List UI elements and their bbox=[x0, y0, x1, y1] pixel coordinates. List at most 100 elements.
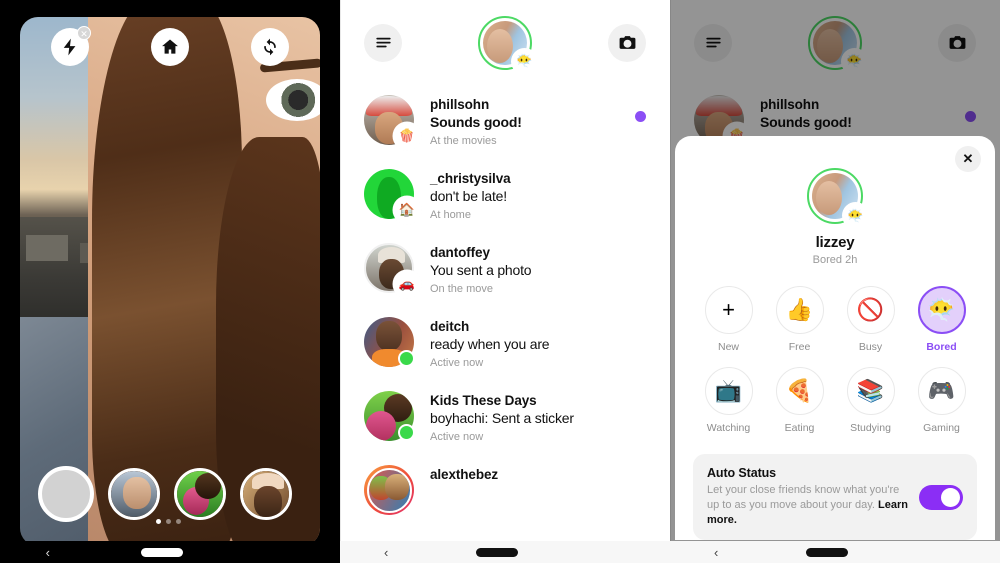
auto-status-description: Let your close friends know what you're … bbox=[707, 483, 909, 528]
tray-avatar-1[interactable] bbox=[108, 467, 160, 520]
status-option-free[interactable]: 👍 Free bbox=[764, 286, 835, 353]
avatar[interactable] bbox=[364, 465, 414, 515]
books-icon: 📚 bbox=[846, 367, 895, 415]
chat-list: 🍿 phillsohn Sounds good! At the movies 🏠… bbox=[340, 85, 670, 531]
table-row[interactable]: 🚗 dantoffey You sent a photo On the move bbox=[340, 233, 670, 307]
status-emoji-badge: 🍿 bbox=[395, 124, 419, 148]
panel-divider bbox=[340, 0, 341, 563]
chat-message: boyhachi: Sent a sticker bbox=[430, 410, 574, 426]
chat-name: _christysilva bbox=[430, 171, 511, 186]
status-picker-screen: 😶‍🌫️ 🍿 phillsohn Sounds good! At the mov… bbox=[670, 0, 1000, 563]
status-option-gaming[interactable]: 🎮 Gaming bbox=[906, 367, 977, 434]
status-option-label: Eating bbox=[784, 422, 815, 434]
online-indicator bbox=[398, 424, 415, 441]
bored-face-icon: 😶‍🌫️ bbox=[917, 286, 966, 334]
auto-status-title: Auto Status bbox=[707, 466, 777, 480]
camera-bottom-bar bbox=[20, 441, 320, 546]
avatar[interactable] bbox=[364, 317, 415, 367]
camera-button[interactable] bbox=[608, 23, 646, 62]
chat-name: phillsohn bbox=[430, 97, 490, 112]
android-navbar-status: ‹ bbox=[670, 541, 1000, 563]
unread-dot bbox=[635, 111, 646, 122]
status-option-label: Gaming bbox=[923, 422, 960, 434]
current-status-text: Bored 2h bbox=[812, 254, 858, 266]
status-emoji-badge: 🏠 bbox=[395, 198, 419, 222]
status-option-eating[interactable]: 🍕 Eating bbox=[764, 367, 835, 434]
table-row[interactable]: 🏠 _christysilva don't be late! At home bbox=[340, 159, 670, 233]
chat-status: Active now bbox=[430, 357, 484, 369]
hamburger-menu-button[interactable] bbox=[364, 23, 402, 62]
avatar[interactable] bbox=[364, 391, 415, 441]
home-icon bbox=[162, 39, 178, 54]
nav-home-pill[interactable] bbox=[806, 547, 849, 557]
flip-camera-button[interactable] bbox=[251, 28, 289, 66]
inbox-screen: 😶‍🌫️ 🍿 phillsohn Sounds good! At the mov… bbox=[340, 0, 670, 563]
home-button[interactable] bbox=[151, 28, 189, 66]
android-navbar-camera: ‹ bbox=[0, 541, 340, 563]
inbox-header: 😶‍🌫️ bbox=[340, 0, 670, 85]
my-profile-avatar[interactable]: 😶‍🌫️ bbox=[478, 15, 536, 73]
chat-message: Sounds good! bbox=[430, 114, 522, 130]
status-option-label: Watching bbox=[706, 422, 751, 434]
table-row[interactable]: deitch ready when you are Active now bbox=[340, 307, 670, 381]
avatar[interactable]: 😶‍🌫️ bbox=[807, 168, 867, 227]
my-status-emoji-badge[interactable]: 😶‍🌫️ bbox=[513, 49, 536, 73]
status-option-label: New bbox=[717, 341, 739, 353]
avatar[interactable]: 🚗 bbox=[364, 243, 419, 296]
subject-eye bbox=[266, 79, 320, 121]
tray-avatar-3[interactable] bbox=[240, 467, 292, 520]
status-emoji-badge: 🚗 bbox=[395, 272, 419, 296]
flash-icon bbox=[63, 38, 76, 56]
screenshot-root: ✕ ‹ bbox=[0, 0, 1000, 563]
flash-off-button[interactable]: ✕ bbox=[51, 26, 91, 66]
tray-page-dots bbox=[156, 519, 181, 524]
status-option-watching[interactable]: 📺 Watching bbox=[693, 367, 764, 434]
table-row[interactable]: 🍿 phillsohn Sounds good! At the movies bbox=[340, 85, 670, 159]
nav-back-icon[interactable]: ‹ bbox=[384, 545, 388, 560]
chat-message: don't be late! bbox=[430, 188, 507, 204]
pizza-icon: 🍕 bbox=[775, 367, 824, 415]
nav-back-icon[interactable]: ‹ bbox=[714, 545, 718, 560]
chat-status: On the move bbox=[430, 283, 493, 295]
chat-name: Kids These Days bbox=[430, 393, 537, 408]
auto-status-toggle[interactable] bbox=[919, 484, 963, 510]
chat-status: At the movies bbox=[430, 135, 497, 147]
chat-message: You sent a photo bbox=[430, 262, 532, 278]
auto-status-description-text: Let your close friends know what you're … bbox=[707, 484, 900, 511]
thumbs-up-icon: 👍 bbox=[775, 286, 824, 334]
status-option-label: Studying bbox=[850, 422, 891, 434]
nav-back-icon[interactable]: ‹ bbox=[46, 545, 50, 560]
avatar[interactable]: 🍿 bbox=[364, 95, 419, 148]
auto-status-card: Auto Status Let your close friends know … bbox=[693, 454, 977, 540]
flip-camera-icon bbox=[264, 38, 276, 56]
camera-screen: ✕ ‹ bbox=[0, 0, 340, 563]
chat-name: alexthebez bbox=[430, 467, 499, 482]
android-navbar-inbox: ‹ bbox=[340, 541, 670, 563]
status-option-label: Free bbox=[788, 341, 811, 353]
toggle-knob bbox=[941, 487, 960, 507]
nav-home-pill[interactable] bbox=[141, 547, 184, 557]
status-option-label: Busy bbox=[858, 341, 883, 353]
tray-avatar-2[interactable] bbox=[174, 467, 226, 520]
chat-message: ready when you are bbox=[430, 336, 550, 352]
no-entry-icon: 🚫 bbox=[846, 286, 895, 334]
plus-icon: + bbox=[704, 286, 753, 334]
status-option-studying[interactable]: 📚 Studying bbox=[835, 367, 906, 434]
shutter-button[interactable] bbox=[38, 465, 94, 522]
page-title: lizzey bbox=[815, 234, 855, 251]
table-row[interactable]: alexthebez bbox=[340, 455, 670, 525]
nav-home-pill[interactable] bbox=[476, 547, 519, 557]
chat-name: deitch bbox=[430, 319, 470, 334]
avatar[interactable]: 🏠 bbox=[364, 169, 419, 222]
status-option-new[interactable]: + New bbox=[693, 286, 764, 353]
status-option-busy[interactable]: 🚫 Busy bbox=[835, 286, 906, 353]
hamburger-menu-icon bbox=[375, 37, 391, 48]
status-options-grid: + New 👍 Free 🚫 Busy 😶‍🌫️ Bored 📺 bbox=[693, 286, 977, 434]
status-picker-sheet: ✕ 😶‍🌫️ lizzey Bored 2h + New 👍 Free bbox=[675, 136, 995, 540]
status-emoji-badge: 😶‍🌫️ bbox=[844, 204, 867, 227]
close-button[interactable]: ✕ bbox=[955, 146, 981, 172]
chat-status: Active now bbox=[430, 431, 484, 443]
status-option-bored[interactable]: 😶‍🌫️ Bored bbox=[906, 286, 977, 353]
table-row[interactable]: Kids These Days boyhachi: Sent a sticker… bbox=[340, 381, 670, 455]
sheet-profile: 😶‍🌫️ lizzey Bored 2h bbox=[693, 146, 977, 266]
